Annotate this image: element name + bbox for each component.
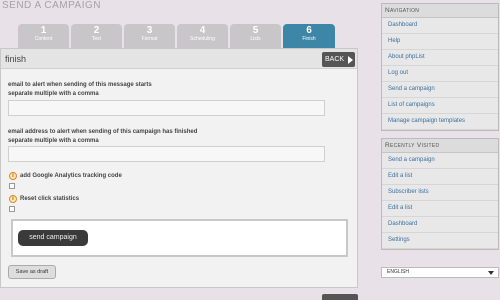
finish-alert-label: email address to alert when sending of t…	[8, 128, 197, 146]
finish-alert-input[interactable]	[8, 146, 325, 162]
nav-item-manage-templates[interactable]: Manage campaign templates	[382, 114, 498, 130]
reset-stats-checkbox[interactable]	[9, 206, 15, 212]
step-label: Scheduling	[190, 36, 215, 42]
step-number: 3	[146, 25, 153, 36]
navigation-box: Navigation Dashboard Help About phpList …	[381, 3, 499, 131]
panel-header: finish BACK	[1, 49, 357, 69]
step-label: Finish	[302, 36, 316, 42]
tab-text[interactable]: 2 Text	[71, 24, 122, 48]
recent-item[interactable]: Send a campaign	[382, 153, 498, 169]
navigation-heading: Navigation	[382, 4, 498, 18]
send-campaign-button[interactable]: send campaign	[18, 230, 88, 246]
start-alert-input[interactable]	[8, 100, 325, 116]
nav-item-about[interactable]: About phpList	[382, 50, 498, 66]
start-alert-label: email to alert when sending of this mess…	[8, 81, 152, 99]
tab-format[interactable]: 3 Format	[124, 24, 175, 48]
recent-item[interactable]: Edit a list	[382, 201, 498, 217]
step-label: Lists	[250, 36, 261, 42]
start-alert-label-line2: separate multiple with a comma	[8, 91, 99, 97]
step-number: 2	[93, 25, 100, 36]
recent-item[interactable]: Edit a list	[382, 169, 498, 185]
tab-content[interactable]: 1 Content	[18, 24, 69, 48]
info-icon: i	[9, 172, 17, 180]
info-icon: i	[9, 195, 17, 203]
caret-down-icon	[488, 271, 494, 275]
recent-item[interactable]: Dashboard	[382, 217, 498, 233]
tab-finish[interactable]: 6 Finish	[283, 24, 335, 48]
finish-alert-label-line1: email address to alert when sending of t…	[8, 129, 198, 135]
arrow-right-icon	[348, 55, 354, 64]
nav-item-dashboard[interactable]: Dashboard	[382, 18, 498, 34]
page-title: SEND A CAMPAIGN	[2, 0, 102, 11]
step-number: 5	[252, 25, 259, 36]
step-tabs: 1 Content 2 Text 3 Format 4 Scheduling 5 List…	[18, 24, 335, 48]
step-number: 1	[40, 25, 47, 36]
save-draft-button[interactable]: Save as draft	[8, 265, 56, 279]
step-label: Format	[141, 36, 158, 42]
analytics-checkbox[interactable]	[9, 183, 15, 189]
tab-lists[interactable]: 5 Lists	[230, 24, 281, 48]
recently-visited-box: Recently Visited Send a campaign Edit a …	[381, 138, 499, 250]
step-label: Content	[34, 36, 53, 42]
nav-item-send-campaign[interactable]: Send a campaign	[382, 82, 498, 98]
step-number: 4	[199, 25, 206, 36]
language-select[interactable]: ENGLISH	[381, 267, 499, 278]
nav-item-list-campaigns[interactable]: List of campaigns	[382, 98, 498, 114]
nav-item-help[interactable]: Help	[382, 34, 498, 50]
finish-alert-label-line2: separate multiple with a comma	[8, 138, 99, 144]
nav-item-logout[interactable]: Log out	[382, 66, 498, 82]
tab-scheduling[interactable]: 4 Scheduling	[177, 24, 228, 48]
language-value: ENGLISH	[387, 269, 409, 275]
analytics-label: add Google Analytics tracking code	[20, 173, 122, 179]
recently-visited-heading: Recently Visited	[382, 139, 498, 153]
recent-item[interactable]: Subscriber lists	[382, 185, 498, 201]
panel-title: finish	[5, 54, 27, 64]
reset-stats-label: Reset click statistics	[20, 196, 80, 202]
bottom-tab	[322, 294, 358, 300]
back-label: BACK	[325, 56, 345, 63]
step-label: Text	[91, 36, 102, 42]
recent-item[interactable]: Settings	[382, 233, 498, 249]
back-button[interactable]: BACK	[322, 52, 355, 67]
start-alert-label-line1: email to alert when sending of this mess…	[8, 82, 152, 88]
step-number: 6	[306, 25, 312, 36]
